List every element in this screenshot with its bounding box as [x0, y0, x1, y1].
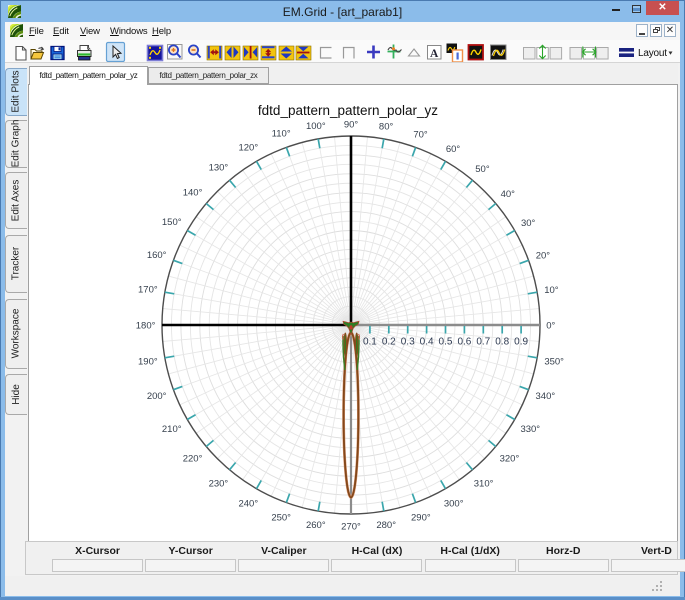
- svg-text:160°: 160°: [147, 250, 167, 261]
- svg-text:20°: 20°: [536, 251, 551, 262]
- svg-text:10°: 10°: [544, 285, 559, 296]
- svg-text:280°: 280°: [376, 520, 396, 531]
- svg-text:170°: 170°: [138, 285, 158, 296]
- svg-text:0.7: 0.7: [476, 337, 490, 348]
- svg-text:320°: 320°: [500, 453, 520, 464]
- svg-text:0.2: 0.2: [382, 337, 396, 348]
- svg-text:fdtd_pattern_pattern_polar_yz: fdtd_pattern_pattern_polar_yz: [258, 103, 438, 118]
- svg-text:0.3: 0.3: [401, 337, 415, 348]
- svg-text:240°: 240°: [238, 498, 258, 509]
- svg-text:180°: 180°: [136, 321, 156, 332]
- svg-text:120°: 120°: [238, 143, 258, 154]
- svg-text:230°: 230°: [209, 479, 229, 490]
- svg-text:90°: 90°: [344, 120, 359, 131]
- svg-text:60°: 60°: [446, 144, 461, 155]
- svg-text:50°: 50°: [475, 164, 490, 175]
- svg-text:270°: 270°: [341, 522, 361, 533]
- svg-text:0.1: 0.1: [363, 337, 377, 348]
- svg-text:0.5: 0.5: [439, 337, 453, 348]
- svg-text:250°: 250°: [271, 512, 291, 523]
- svg-text:350°: 350°: [544, 356, 564, 367]
- svg-text:260°: 260°: [306, 520, 326, 531]
- svg-text:200°: 200°: [147, 391, 167, 402]
- svg-text:300°: 300°: [444, 498, 464, 509]
- svg-text:0°: 0°: [546, 321, 555, 332]
- svg-text:80°: 80°: [379, 121, 394, 132]
- svg-text:150°: 150°: [162, 217, 182, 228]
- svg-text:40°: 40°: [501, 189, 516, 200]
- svg-text:190°: 190°: [138, 356, 158, 367]
- svg-text:330°: 330°: [520, 424, 540, 435]
- svg-text:210°: 210°: [162, 424, 182, 435]
- svg-text:0.6: 0.6: [457, 337, 471, 348]
- svg-text:110°: 110°: [272, 129, 291, 140]
- svg-text:100°: 100°: [306, 121, 326, 132]
- svg-text:0.4: 0.4: [420, 337, 434, 348]
- svg-text:140°: 140°: [183, 188, 203, 199]
- svg-text:340°: 340°: [536, 391, 556, 402]
- svg-text:0.8: 0.8: [495, 337, 509, 348]
- svg-text:30°: 30°: [521, 218, 536, 229]
- svg-text:Layout: Layout: [638, 48, 667, 59]
- svg-text:A: A: [430, 48, 439, 60]
- svg-text:130°: 130°: [209, 162, 229, 173]
- svg-text:220°: 220°: [183, 453, 203, 464]
- svg-text:70°: 70°: [413, 130, 428, 141]
- svg-text:0.9: 0.9: [514, 337, 528, 348]
- svg-text:310°: 310°: [474, 479, 494, 490]
- svg-text:290°: 290°: [411, 512, 431, 523]
